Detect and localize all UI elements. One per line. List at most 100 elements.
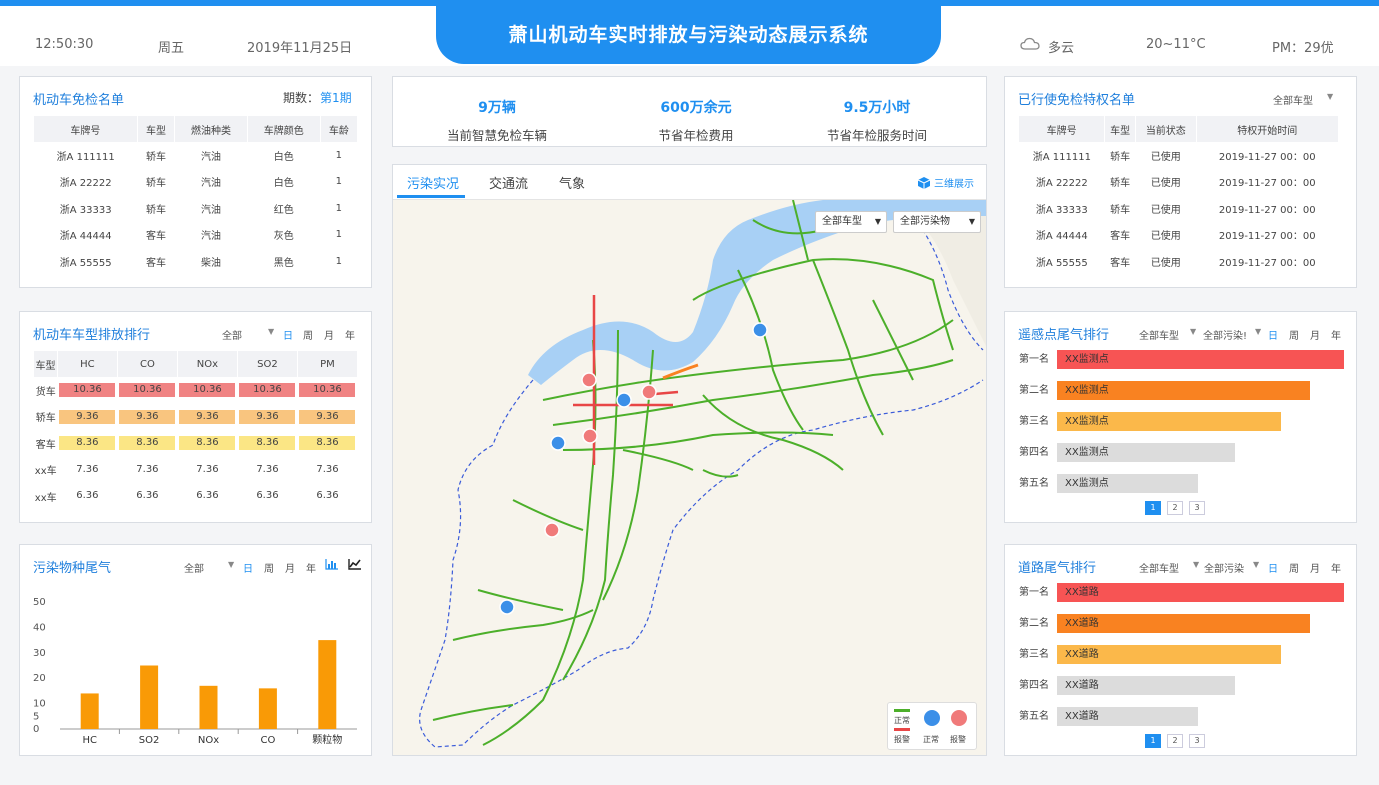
map-canvas[interactable] <box>393 200 987 756</box>
table-cell: 已使用 <box>1150 178 1181 190</box>
value-cell: 8.36 <box>57 430 117 457</box>
rank-bar[interactable]: XX监测点 <box>1057 443 1235 462</box>
pollutant-select[interactable]: 全部污染物 ▼ <box>893 211 981 233</box>
rank-label: 第一名 <box>1019 354 1049 365</box>
rank-label: 第五名 <box>1019 711 1049 722</box>
rank-bar[interactable]: XX监测点 <box>1057 412 1281 431</box>
page-button[interactable]: 1 <box>1145 734 1161 748</box>
rank-bar[interactable]: XX道路 <box>1057 707 1198 726</box>
period-month[interactable]: 月 <box>1310 327 1320 342</box>
table-row[interactable]: 浙A 22222 轿车 已使用 2019-11-27 00：00 <box>1019 169 1339 196</box>
page-button[interactable]: 2 <box>1167 501 1183 515</box>
period-week[interactable]: 周 <box>1289 327 1299 342</box>
pollutant-bar-chart: 0 510 20 30 40 50 HC SO2 NOx CO 颗粒物 <box>33 597 357 746</box>
period-week[interactable]: 周 <box>264 560 274 575</box>
table-row[interactable]: 浙A 33333 轿车 已使用 2019-11-27 00：00 <box>1019 195 1339 222</box>
emission-filter-select[interactable]: 全部 <box>222 327 242 342</box>
tab-pollution[interactable]: 污染实况 <box>407 173 459 192</box>
value-cell: 7.36 <box>297 457 357 484</box>
chevron-down-icon[interactable]: ▼ <box>1327 92 1333 101</box>
period-year[interactable]: 年 <box>345 327 355 342</box>
vehicle-type-cell: 客车 <box>35 439 56 451</box>
view-3d-button[interactable]: 三维展示 <box>934 175 974 190</box>
period-year[interactable]: 年 <box>306 560 316 575</box>
chevron-down-icon[interactable]: ▼ <box>1193 560 1199 569</box>
period-year[interactable]: 年 <box>1331 560 1341 575</box>
chevron-down-icon[interactable]: ▼ <box>268 327 274 336</box>
table-row[interactable]: 浙A 44444 客车 汽油 灰色 1 <box>34 222 358 249</box>
emission-value: 8.36 <box>119 436 176 451</box>
value-cell: 8.36 <box>237 430 297 457</box>
period-year[interactable]: 年 <box>1331 327 1341 342</box>
privilege-table: 车牌号 车型 当前状态 特权开始时间 浙A 111111 轿车 已使用 2019-11-27… <box>1019 116 1339 275</box>
table-row[interactable]: 浙A 33333 轿车 汽油 红色 1 <box>34 195 358 222</box>
bar-颗粒物 <box>318 640 337 729</box>
period-week[interactable]: 周 <box>303 327 313 342</box>
page-button[interactable]: 1 <box>1145 501 1161 515</box>
value-cell: 9.36 <box>297 404 357 431</box>
normal-marker-icon[interactable] <box>616 392 632 408</box>
pollutant-filter[interactable]: 全部污染! <box>1203 327 1247 342</box>
period-value[interactable]: 第1期 <box>320 89 352 106</box>
tab-weather[interactable]: 气象 <box>559 173 585 192</box>
table-row[interactable]: xx车 6.36 6.36 6.36 6.36 6.36 <box>34 483 358 510</box>
value-cell: 8.36 <box>297 430 357 457</box>
table-cell: 浙A 111111 <box>56 151 115 163</box>
tab-traffic[interactable]: 交通流 <box>489 173 528 192</box>
emission-value: 7.36 <box>136 463 159 475</box>
vehicle-type-select[interactable]: 全部车型 ▼ <box>815 211 887 233</box>
line-chart-icon[interactable] <box>348 558 362 573</box>
x-tick-label: SO2 <box>139 735 160 746</box>
period-day[interactable]: 日 <box>1268 560 1278 575</box>
chevron-down-icon[interactable]: ▼ <box>228 560 234 569</box>
period-month[interactable]: 月 <box>324 327 334 342</box>
period-week[interactable]: 周 <box>1289 560 1299 575</box>
pollutant-filter[interactable]: 全部污染 <box>1204 560 1244 575</box>
period-day[interactable]: 日 <box>1268 327 1278 342</box>
rank-bar[interactable]: XX道路 <box>1057 614 1310 633</box>
table-row[interactable]: 浙A 111111 轿车 已使用 2019-11-27 00：00 <box>1019 142 1339 169</box>
rank-bar[interactable]: XX道路 <box>1057 645 1281 664</box>
rank-bar[interactable]: XX监测点 <box>1057 350 1344 369</box>
cube-icon[interactable] <box>917 175 931 194</box>
value-cell: 6.36 <box>177 483 237 510</box>
table-row[interactable]: 浙A 55555 客车 柴油 黑色 1 <box>34 248 358 275</box>
table-row[interactable]: xx车 7.36 7.36 7.36 7.36 7.36 <box>34 457 358 484</box>
alarm-marker-icon[interactable] <box>582 428 598 444</box>
rank-bar[interactable]: XX监测点 <box>1057 474 1198 493</box>
page-button[interactable]: 3 <box>1189 734 1205 748</box>
table-row[interactable]: 浙A 55555 客车 已使用 2019-11-27 00：00 <box>1019 248 1339 275</box>
bar-chart-icon[interactable] <box>325 558 339 573</box>
alarm-marker-icon[interactable] <box>581 372 597 388</box>
vehicle-type-filter[interactable]: 全部车型 <box>1273 92 1313 107</box>
rank-bar[interactable]: XX道路 <box>1057 583 1344 602</box>
value-cell: 6.36 <box>117 483 177 510</box>
table-row[interactable]: 浙A 111111 轿车 汽油 白色 1 <box>34 142 358 169</box>
table-row[interactable]: 货车 10.36 10.36 10.36 10.36 10.36 <box>34 377 358 404</box>
pollutant-filter-select[interactable]: 全部 <box>184 560 204 575</box>
normal-marker-icon[interactable] <box>499 599 515 615</box>
table-row[interactable]: 轿车 9.36 9.36 9.36 9.36 9.36 <box>34 404 358 431</box>
table-row[interactable]: 客车 8.36 8.36 8.36 8.36 8.36 <box>34 430 358 457</box>
x-tick-label: CO <box>260 735 275 746</box>
period-month[interactable]: 月 <box>1310 560 1320 575</box>
normal-marker-icon[interactable] <box>752 322 768 338</box>
chevron-down-icon[interactable]: ▼ <box>1255 327 1261 336</box>
vehicle-type-filter[interactable]: 全部车型 <box>1139 560 1179 575</box>
table-row[interactable]: 浙A 22222 轿车 汽油 白色 1 <box>34 169 358 196</box>
page-button[interactable]: 2 <box>1167 734 1183 748</box>
rank-bar[interactable]: XX道路 <box>1057 676 1235 695</box>
page-button[interactable]: 3 <box>1189 501 1205 515</box>
alarm-marker-icon[interactable] <box>544 522 560 538</box>
district-boundary <box>419 217 984 748</box>
period-month[interactable]: 月 <box>285 560 295 575</box>
period-day[interactable]: 日 <box>243 560 253 575</box>
alarm-marker-icon[interactable] <box>641 384 657 400</box>
table-row[interactable]: 浙A 44444 客车 已使用 2019-11-27 00：00 <box>1019 222 1339 249</box>
normal-marker-icon[interactable] <box>550 435 566 451</box>
period-day[interactable]: 日 <box>283 327 293 342</box>
vehicle-type-filter[interactable]: 全部车型 <box>1139 327 1179 342</box>
chevron-down-icon[interactable]: ▼ <box>1253 560 1259 569</box>
chevron-down-icon[interactable]: ▼ <box>1190 327 1196 336</box>
rank-bar[interactable]: XX监测点 <box>1057 381 1310 400</box>
